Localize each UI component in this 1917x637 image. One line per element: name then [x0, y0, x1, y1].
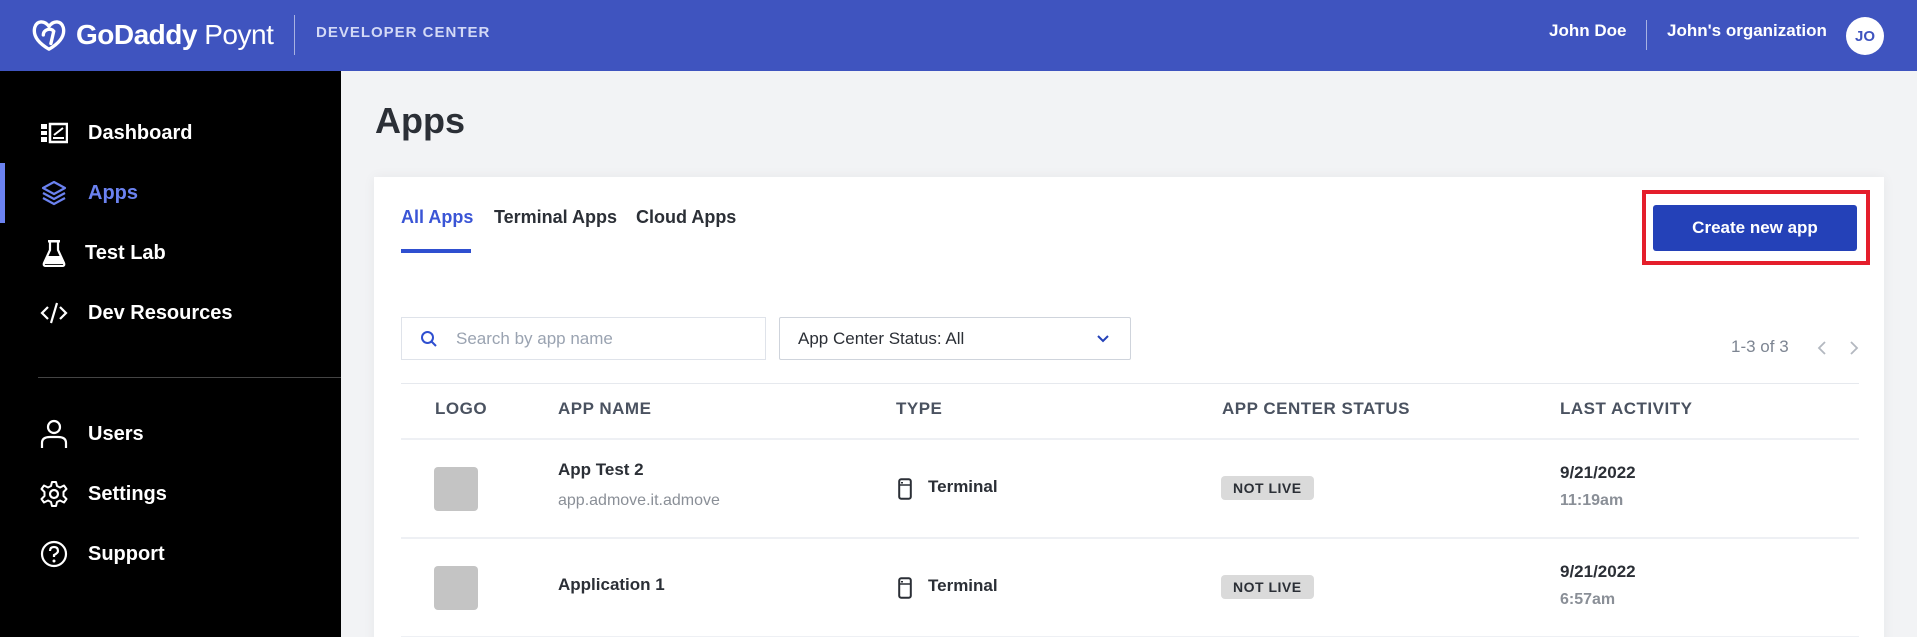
godaddy-heart-icon	[32, 20, 66, 51]
status-dropdown-value: App Center Status: All	[798, 329, 965, 348]
sidebar-item-label: Apps	[88, 181, 138, 204]
avatar[interactable]: JO	[1846, 17, 1884, 55]
tab-all-apps[interactable]: All Apps	[401, 207, 473, 228]
terminal-icon	[898, 478, 912, 500]
top-header: GoDaddy Poynt DEVELOPER CENTER John Doe …	[0, 0, 1917, 71]
sidebar-item-label: Dashboard	[88, 121, 193, 144]
active-tab-underline	[401, 249, 471, 253]
sidebar-item-dev-resources[interactable]: Dev Resources	[0, 283, 341, 343]
section-title: DEVELOPER CENTER	[316, 24, 491, 41]
apps-card: All Apps Terminal Apps Cloud Apps Create…	[374, 177, 1884, 637]
app-logo-placeholder	[434, 566, 478, 610]
tab-cloud-apps[interactable]: Cloud Apps	[636, 207, 736, 228]
status-badge: NOT LIVE	[1221, 476, 1314, 500]
header-divider	[294, 15, 295, 55]
app-type: Terminal	[928, 576, 998, 595]
flask-icon	[40, 239, 68, 267]
sidebar-item-settings[interactable]: Settings	[0, 464, 341, 524]
chevron-right-icon[interactable]	[1846, 338, 1862, 358]
app-package-id: app.admove.it.admove	[558, 492, 720, 509]
status-badge: NOT LIVE	[1221, 575, 1314, 599]
organization-name[interactable]: John's organization	[1667, 21, 1827, 41]
chevron-left-icon[interactable]	[1814, 338, 1830, 358]
brand-name: GoDaddy Poynt	[76, 19, 274, 51]
column-header-app-name: APP NAME	[558, 399, 652, 418]
terminal-icon	[898, 577, 912, 599]
sidebar-item-test-lab[interactable]: Test Lab	[0, 223, 341, 283]
active-indicator	[0, 163, 5, 223]
table-divider	[401, 383, 1859, 384]
app-name[interactable]: App Test 2	[558, 460, 644, 480]
sidebar-item-label: Support	[88, 542, 165, 565]
app-center-status-dropdown[interactable]: App Center Status: All	[779, 317, 1131, 360]
sidebar-item-support[interactable]: Support	[0, 524, 341, 584]
app-type: Terminal	[928, 477, 998, 496]
chevron-down-icon	[1097, 335, 1109, 343]
table-row[interactable]: Application 1 Terminal NOT LIVE 9/21/202…	[401, 539, 1859, 636]
last-activity-date: 9/21/2022	[1560, 463, 1636, 482]
app-name[interactable]: Application 1	[558, 575, 665, 595]
tab-terminal-apps[interactable]: Terminal Apps	[494, 207, 617, 228]
godaddy-poynt-logo[interactable]: GoDaddy Poynt	[30, 14, 274, 56]
sidebar: Dashboard Apps Test Lab Dev Resources Us…	[0, 71, 341, 637]
last-activity-date: 9/21/2022	[1560, 562, 1636, 581]
search-icon	[421, 331, 437, 347]
layers-icon	[40, 179, 68, 207]
sidebar-item-label: Settings	[88, 482, 167, 505]
table-row[interactable]: App Test 2 app.admove.it.admove Terminal…	[401, 440, 1859, 537]
sidebar-item-apps[interactable]: Apps	[0, 163, 341, 223]
brand-light: Poynt	[196, 19, 274, 50]
column-header-last-activity: LAST ACTIVITY	[1560, 399, 1693, 418]
sidebar-item-label: Test Lab	[85, 241, 166, 264]
pagination-range: 1-3 of 3	[1731, 337, 1789, 356]
page-title: Apps	[375, 100, 465, 141]
last-activity-time: 6:57am	[1560, 591, 1616, 608]
create-new-app-button[interactable]: Create new app	[1653, 205, 1857, 251]
sidebar-item-dashboard[interactable]: Dashboard	[0, 103, 341, 163]
help-circle-icon	[40, 540, 68, 568]
user-name[interactable]: John Doe	[1549, 21, 1626, 41]
column-header-app-center-status: APP CENTER STATUS	[1222, 399, 1410, 418]
dashboard-icon	[40, 119, 68, 147]
column-header-type: TYPE	[896, 399, 943, 418]
search-input[interactable]	[456, 318, 756, 359]
last-activity-time: 11:19am	[1560, 492, 1624, 509]
sidebar-item-users[interactable]: Users	[0, 404, 341, 464]
search-field[interactable]	[401, 317, 766, 360]
user-icon	[40, 419, 68, 448]
user-divider	[1646, 20, 1647, 50]
code-icon	[40, 299, 68, 327]
sidebar-item-label: Users	[88, 422, 144, 445]
brand-bold: GoDaddy	[76, 19, 197, 50]
sidebar-divider	[38, 377, 341, 378]
column-header-logo: LOGO	[435, 399, 488, 418]
gear-icon	[40, 480, 68, 508]
app-logo-placeholder	[434, 467, 478, 511]
sidebar-item-label: Dev Resources	[88, 301, 233, 324]
